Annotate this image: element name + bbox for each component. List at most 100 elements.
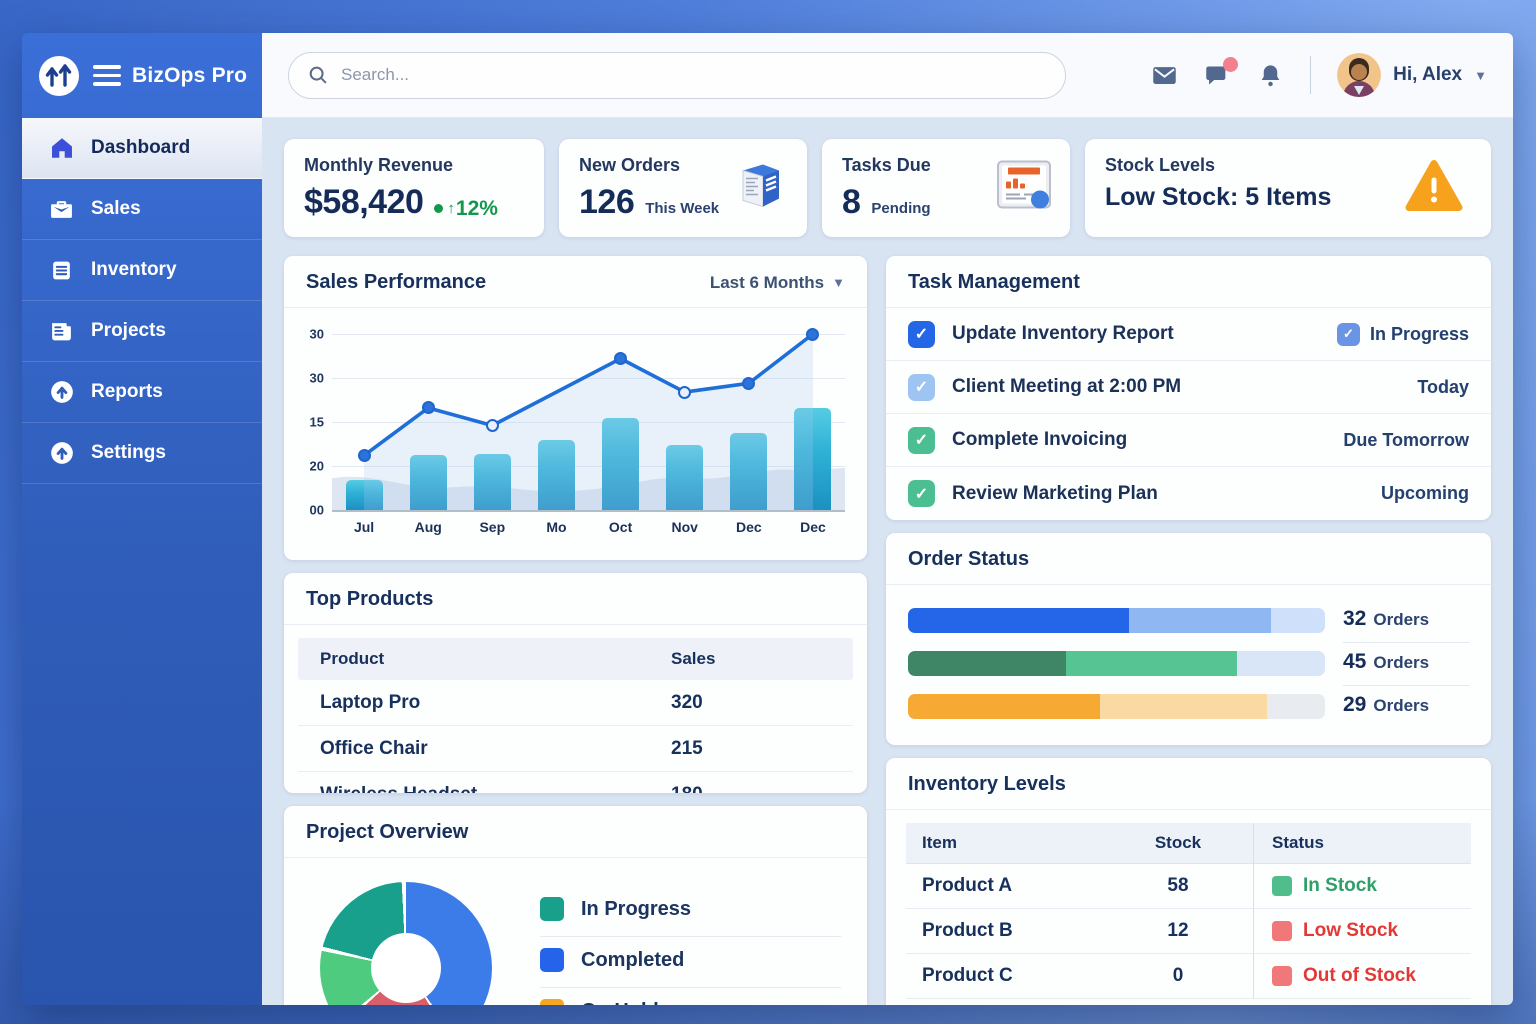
- sidebar-item-reports[interactable]: Reports: [22, 362, 262, 423]
- x-tick-label: Nov: [666, 519, 703, 535]
- card-title: Task Management: [908, 271, 1080, 294]
- progress-segment: [1267, 694, 1325, 719]
- app-window: BizOps Pro Dashboard Sales Inventory Pro…: [22, 33, 1513, 1005]
- line-point: [486, 419, 499, 432]
- search-input[interactable]: [341, 65, 1047, 85]
- y-tick-label: 20: [310, 459, 324, 474]
- inventory-status: Out of Stock: [1253, 954, 1471, 999]
- product-name: Laptop Pro: [320, 692, 671, 714]
- legend-item: On Hold: [540, 988, 841, 1005]
- product-name: Wireless Headset: [320, 784, 671, 793]
- y-tick-label: 00: [310, 503, 324, 518]
- line-point: [742, 377, 755, 390]
- project-overview-card: Project Overview In Progress: [284, 806, 867, 1005]
- order-unit: Orders: [1373, 696, 1429, 716]
- chat-icon[interactable]: [1204, 62, 1231, 89]
- column-header: Item: [906, 823, 1103, 864]
- order-status-row: 45 Orders: [908, 650, 1469, 676]
- table-row: Laptop Pro 320: [298, 680, 853, 726]
- kpi-caption: This Week: [645, 200, 719, 217]
- task-checkbox[interactable]: [908, 480, 935, 507]
- sidebar-item-projects[interactable]: Projects: [22, 301, 262, 362]
- line-point: [678, 386, 691, 399]
- column-header: Sales: [671, 649, 831, 669]
- column-header: Status: [1253, 823, 1471, 864]
- card-title: Project Overview: [306, 821, 468, 844]
- order-unit: Orders: [1373, 610, 1429, 630]
- chevron-down-icon: ▼: [832, 275, 845, 290]
- inventory-status: In Stock: [1253, 864, 1471, 909]
- task-checkbox[interactable]: [908, 321, 935, 348]
- progress-segment: [1271, 608, 1325, 633]
- progress-segment: [908, 608, 1129, 633]
- legend-swatch: [540, 897, 564, 921]
- x-tick-label: Aug: [410, 519, 447, 535]
- x-tick-label: Dec: [794, 519, 831, 535]
- sidebar-item-label: Dashboard: [91, 137, 190, 159]
- task-label: Complete Invoicing: [952, 429, 1326, 451]
- task-management-card: Task Management Update Inventory Report …: [886, 256, 1491, 520]
- project-donut-chart: [320, 882, 492, 1005]
- status-swatch: [1272, 966, 1292, 986]
- inventory-stock: 0: [1103, 954, 1253, 999]
- circle-up-arrow-icon: [48, 440, 75, 467]
- legend-label: On Hold: [581, 1000, 659, 1006]
- bell-icon[interactable]: [1257, 62, 1284, 89]
- product-sales: 180: [671, 784, 831, 793]
- app-title: BizOps Pro: [132, 64, 247, 88]
- progress-bar: [908, 694, 1325, 719]
- card-title: Inventory Levels: [908, 773, 1066, 796]
- kpi-value: 8: [842, 185, 860, 219]
- mail-icon[interactable]: [1151, 62, 1178, 89]
- briefcase-icon: [48, 196, 75, 223]
- task-checkbox[interactable]: [908, 374, 935, 401]
- search-icon: [307, 64, 329, 86]
- inventory-item: Product C: [906, 954, 1103, 999]
- task-checkbox[interactable]: [908, 427, 935, 454]
- table-row: Office Chair 215: [298, 726, 853, 772]
- progress-segment: [1129, 608, 1271, 633]
- donut-legend: In Progress Completed On Hold: [540, 874, 841, 1005]
- range-selector[interactable]: Last 6 Months▼: [710, 273, 845, 293]
- progress-segment: [908, 651, 1066, 676]
- card-title: Sales Performance: [306, 271, 486, 294]
- kpi-delta: ↑12%: [434, 197, 498, 221]
- menu-icon[interactable]: [93, 65, 121, 86]
- kpi-value: 126: [579, 185, 634, 219]
- card-title: Top Products: [306, 588, 433, 611]
- inventory-levels-card: Inventory Levels Item Stock Status Produ…: [886, 758, 1491, 1005]
- kpi-value: Low Stock: 5 Items: [1105, 185, 1331, 210]
- chart-y-axis: 3030152000: [296, 334, 332, 510]
- order-count: 45: [1343, 650, 1366, 674]
- sidebar-item-dashboard[interactable]: Dashboard: [22, 118, 262, 179]
- divider: [1310, 56, 1311, 94]
- y-tick-label: 30: [310, 371, 324, 386]
- task-status: Due Tomorrow: [1343, 430, 1469, 451]
- orders-cube-icon: [729, 155, 791, 222]
- sidebar-item-label: Inventory: [91, 259, 177, 281]
- y-tick-label: 15: [310, 415, 324, 430]
- kpi-value: $58,420: [304, 185, 423, 219]
- order-unit: Orders: [1373, 653, 1429, 673]
- task-row: Review Marketing Plan Upcoming: [886, 467, 1491, 520]
- notification-dot: [1223, 57, 1238, 72]
- task-row: Complete Invoicing Due Tomorrow: [886, 414, 1491, 467]
- sidebar-item-sales[interactable]: Sales: [22, 179, 262, 240]
- card-title: Order Status: [908, 548, 1029, 571]
- progress-segment: [908, 694, 1100, 719]
- legend-label: In Progress: [581, 898, 691, 921]
- sidebar-item-inventory[interactable]: Inventory: [22, 240, 262, 301]
- status-checkbox[interactable]: [1337, 323, 1360, 346]
- user-menu[interactable]: Hi, Alex ▼: [1337, 53, 1487, 97]
- inventory-item: Product B: [906, 909, 1103, 954]
- line-point: [806, 328, 819, 341]
- sidebar-item-label: Projects: [91, 320, 166, 342]
- inventory-item: Product A: [906, 864, 1103, 909]
- progress-bar: [908, 651, 1325, 676]
- line-point: [358, 449, 371, 462]
- search-box[interactable]: [288, 52, 1066, 99]
- warning-triangle-icon: [1405, 160, 1463, 217]
- sidebar-item-settings[interactable]: Settings: [22, 423, 262, 484]
- task-status: Upcoming: [1381, 483, 1469, 504]
- progress-segment: [1066, 651, 1237, 676]
